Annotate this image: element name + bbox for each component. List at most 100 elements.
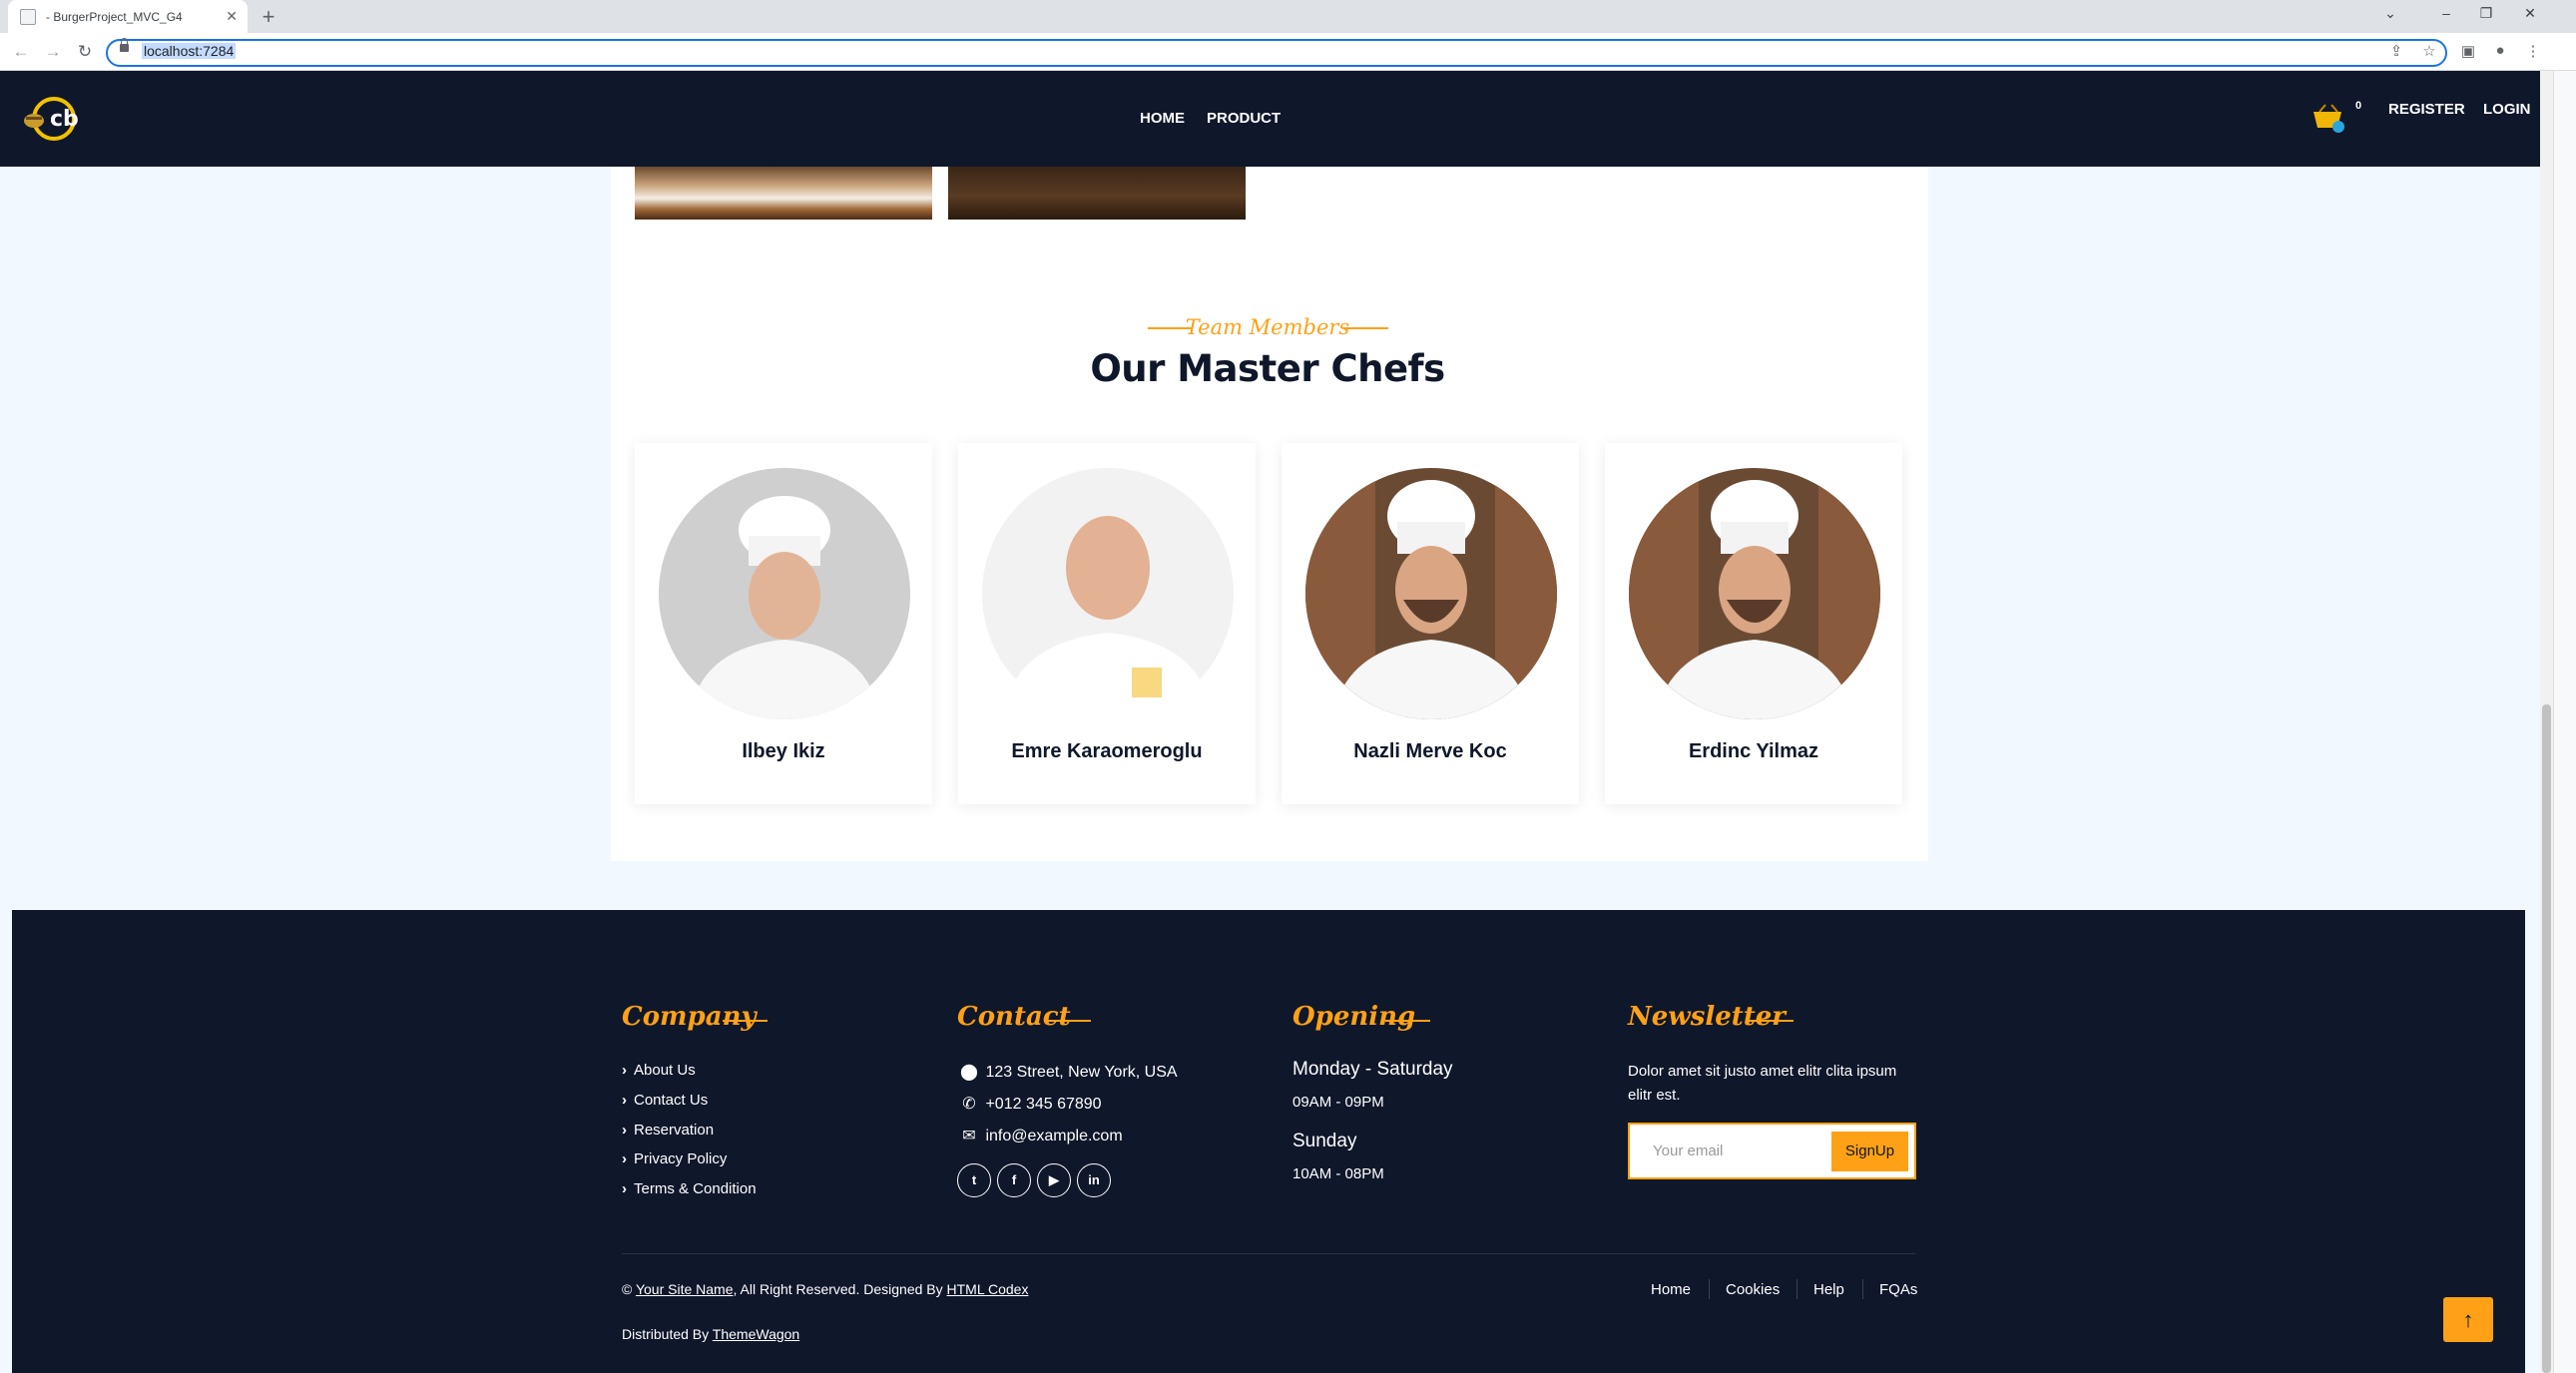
arrow-up-icon: ↑ <box>2462 1307 2474 1332</box>
footer-bottom-help[interactable]: Help <box>1813 1281 1844 1298</box>
section-title: Our Master Chefs <box>1090 347 1445 390</box>
youtube-icon[interactable]: ▶ <box>1037 1163 1071 1197</box>
linkedin-icon[interactable]: in <box>1077 1163 1111 1197</box>
logo-text: cb <box>50 107 79 132</box>
back-icon[interactable]: ← <box>10 42 32 62</box>
chef-card[interactable]: Nazli Merve Koc <box>1282 443 1579 804</box>
close-window-icon[interactable]: ✕ <box>2515 5 2545 22</box>
footer-link-label: Privacy Policy <box>634 1150 728 1167</box>
chevron-right-icon: › <box>622 1092 627 1109</box>
contact-address-text: 123 Street, New York, USA <box>985 1064 1178 1081</box>
facebook-icon[interactable]: f <box>997 1163 1031 1197</box>
reload-icon[interactable]: ↻ <box>74 42 96 62</box>
footer-divider <box>622 1253 1915 1254</box>
footer-link-privacy[interactable]: › Privacy Policy <box>622 1150 727 1167</box>
footer-link-label: About Us <box>634 1062 696 1079</box>
copyright-text: © Your Site Name, All Right Reserved. De… <box>622 1281 1028 1297</box>
new-tab-button[interactable]: + <box>256 4 281 30</box>
site-footer <box>12 910 2525 1373</box>
phone-icon: ✆ <box>962 1096 976 1113</box>
chevron-right-icon: › <box>622 1122 627 1139</box>
footer-contact-heading: Contact <box>957 1002 1071 1032</box>
chef-photo <box>659 468 910 719</box>
copyright-symbol: © <box>622 1281 633 1297</box>
side-panel-edge <box>2553 71 2576 1373</box>
distributed-prefix: Distributed By <box>622 1326 710 1342</box>
footer-link-label: Reservation <box>634 1122 715 1139</box>
browser-tab[interactable]: - BurgerProject_MVC_G4 ✕ <box>8 0 248 33</box>
side-panel-icon[interactable]: ▣ <box>2457 42 2479 60</box>
opening-time: 10AM - 08PM <box>1292 1165 1384 1182</box>
subtitle-line-right <box>1344 327 1388 329</box>
site-logo[interactable]: cb <box>20 95 84 143</box>
minimize-icon[interactable]: – <box>2431 5 2461 21</box>
share-icon[interactable]: ⇪ <box>2385 42 2407 60</box>
scrollbar-thumb[interactable] <box>2542 704 2551 1373</box>
chevron-right-icon: › <box>622 1150 627 1167</box>
profile-icon[interactable]: ● <box>2489 42 2511 59</box>
footer-link-contact[interactable]: › Contact Us <box>622 1092 708 1109</box>
chef-photo <box>1629 468 1880 719</box>
nav-product-link[interactable]: PRODUCT <box>1207 110 1281 127</box>
lock-icon[interactable] <box>120 38 129 52</box>
heading-underline <box>723 1020 768 1022</box>
designer-link[interactable]: HTML Codex <box>947 1281 1029 1297</box>
browser-menu-icon[interactable]: ⋮ <box>2522 42 2544 60</box>
chef-name: Ilbey Ikiz <box>742 740 825 762</box>
twitter-icon[interactable]: t <box>957 1163 991 1197</box>
opening-time: 09AM - 09PM <box>1292 1094 1384 1111</box>
signup-button[interactable]: SignUp <box>1831 1132 1908 1171</box>
opening-day: Monday - Saturday <box>1292 1059 1453 1080</box>
contact-email-text: info@example.com <box>985 1128 1123 1144</box>
url-text[interactable]: localhost:7284 <box>142 43 237 59</box>
contact-phone: ✆ +012 345 67890 <box>957 1094 1102 1114</box>
chef-name: Nazli Merve Koc <box>1353 740 1507 762</box>
footer-link-label: Contact Us <box>634 1092 709 1109</box>
footer-bottom-cookies[interactable]: Cookies <box>1726 1281 1780 1298</box>
newsletter-text: Dolor amet sit justo amet elitr clita ip… <box>1628 1063 1897 1104</box>
chevron-right-icon: › <box>622 1180 627 1197</box>
contact-phone-text: +012 345 67890 <box>985 1096 1102 1113</box>
distributor-link[interactable]: ThemeWagon <box>713 1326 799 1342</box>
contact-email: ✉ info@example.com <box>957 1126 1123 1145</box>
chef-card[interactable]: Erdinc Yilmaz <box>1605 443 1902 804</box>
chef-name: Erdinc Yilmaz <box>1688 740 1819 762</box>
bookmark-star-icon[interactable]: ☆ <box>2418 42 2440 60</box>
tab-close-icon[interactable]: ✕ <box>226 8 238 25</box>
opening-day: Sunday <box>1292 1131 1357 1151</box>
tab-search-icon[interactable]: ⌄ <box>2375 5 2405 22</box>
footer-bottom-home[interactable]: Home <box>1651 1281 1691 1298</box>
footer-link-terms[interactable]: › Terms & Condition <box>622 1180 757 1197</box>
site-name-link[interactable]: Your Site Name <box>636 1281 734 1297</box>
chevron-right-icon: › <box>622 1062 627 1079</box>
footer-separator <box>1797 1279 1798 1299</box>
forward-icon[interactable]: → <box>42 42 64 62</box>
footer-link-about[interactable]: › About Us <box>622 1062 696 1079</box>
copyright-middle: , All Right Reserved. Designed By <box>733 1281 943 1297</box>
nav-register-link[interactable]: REGISTER <box>2388 101 2465 118</box>
footer-bottom-faqs[interactable]: FQAs <box>1879 1281 1917 1298</box>
chef-photo <box>1305 468 1557 719</box>
restore-icon[interactable]: ❐ <box>2471 5 2501 22</box>
footer-link-reservation[interactable]: › Reservation <box>622 1122 714 1139</box>
distributed-text: Distributed By ThemeWagon <box>622 1326 799 1342</box>
chef-name: Emre Karaomeroglu <box>1011 740 1203 762</box>
email-input[interactable]: Your email <box>1653 1143 1723 1159</box>
menu-item-image <box>635 167 932 220</box>
back-to-top-button[interactable]: ↑ <box>2443 1297 2493 1342</box>
heading-underline <box>1046 1020 1091 1022</box>
map-marker-icon: ⬤ <box>960 1064 978 1081</box>
browser-tab-strip <box>0 0 2576 33</box>
contact-address: ⬤ 123 Street, New York, USA <box>957 1062 1178 1082</box>
chef-photo <box>982 468 1234 719</box>
cart-icon[interactable] <box>2312 104 2345 134</box>
chef-card[interactable]: Emre Karaomeroglu <box>958 443 1256 804</box>
cart-count-badge: 0 <box>2355 100 2362 112</box>
footer-company-heading: Company <box>622 1002 757 1032</box>
nav-login-link[interactable]: LOGIN <box>2483 101 2531 118</box>
nav-home-link[interactable]: HOME <box>1140 110 1185 127</box>
address-bar[interactable] <box>106 39 2447 67</box>
chef-card[interactable]: Ilbey Ikiz <box>635 443 932 804</box>
heading-underline <box>1749 1020 1794 1022</box>
footer-separator <box>1862 1279 1863 1299</box>
